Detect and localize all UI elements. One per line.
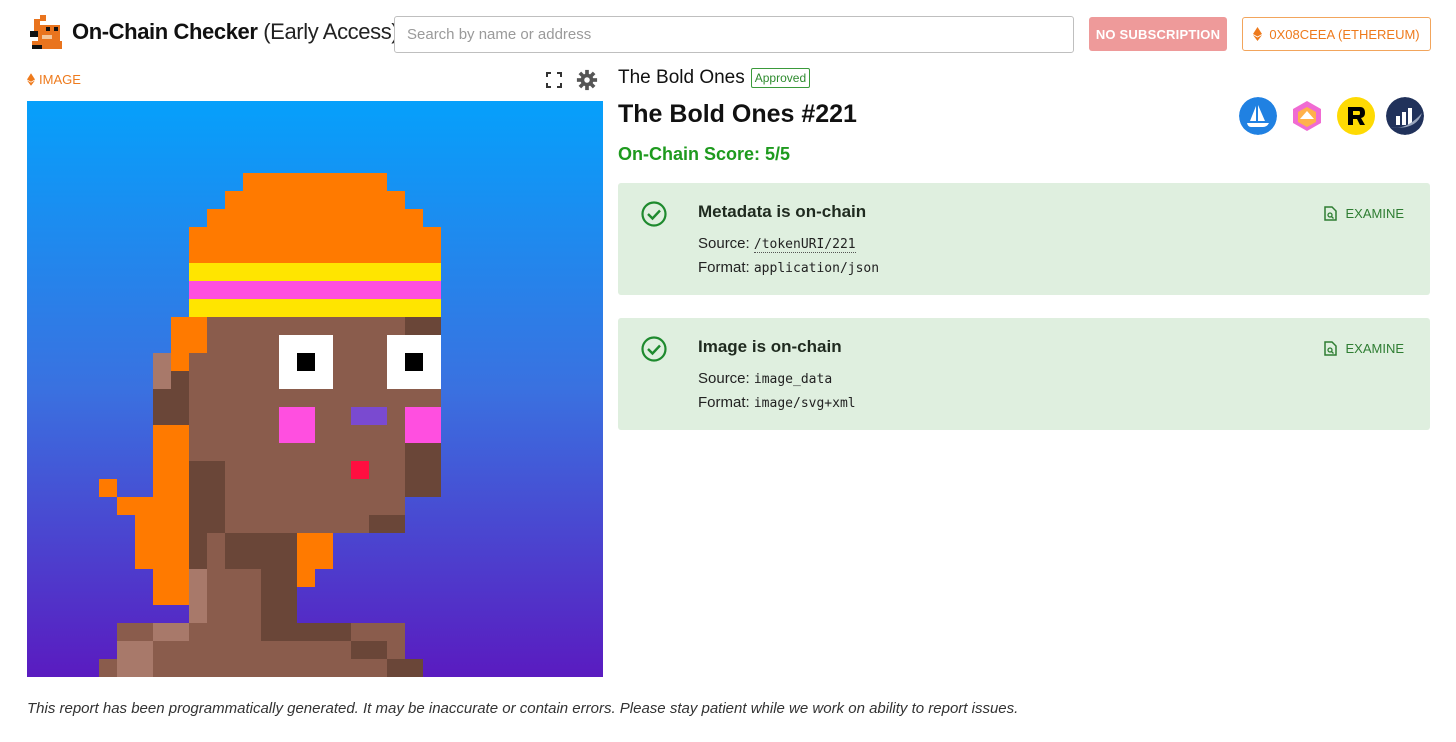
collection-header: The Bold Ones Approved xyxy=(618,67,811,89)
image-section-label: IMAGE xyxy=(27,72,81,87)
rarible-icon[interactable] xyxy=(1337,97,1375,135)
token-title: The Bold Ones #221 xyxy=(618,100,857,128)
ethereum-icon xyxy=(27,73,35,86)
looksrare-icon[interactable] xyxy=(1288,97,1326,135)
format-value: image/svg+xml xyxy=(753,396,856,411)
examine-label: EXAMINE xyxy=(1345,206,1404,221)
check-card-image: Image is on-chain Source: image_data For… xyxy=(618,318,1430,430)
fox-logo-icon[interactable] xyxy=(28,13,66,51)
source-line: Source: image_data xyxy=(698,370,832,387)
check-title: Image is on-chain xyxy=(698,337,842,356)
wallet-label: 0X08CEEA (ETHEREUM) xyxy=(1269,26,1420,42)
subscription-button[interactable]: NO SUBSCRIPTION xyxy=(1089,17,1227,51)
brand-title-early-access: (Early Access) xyxy=(263,19,399,44)
disclaimer-text: This report has been programmatically ge… xyxy=(27,700,1019,717)
approved-badge: Approved xyxy=(750,68,811,88)
brand-title[interactable]: On-Chain Checker (Early Access) xyxy=(72,18,399,46)
examine-label: EXAMINE xyxy=(1345,341,1404,356)
source-value[interactable]: /tokenURI/221 xyxy=(753,237,856,253)
marketplace-links xyxy=(1239,97,1424,135)
source-line: Source: /tokenURI/221 xyxy=(698,235,856,253)
check-circle-icon xyxy=(641,201,667,227)
document-search-icon xyxy=(1324,341,1338,356)
source-label: Source: xyxy=(698,370,750,387)
gear-icon[interactable] xyxy=(576,69,598,91)
examine-button[interactable]: EXAMINE xyxy=(1324,206,1404,221)
expand-icon[interactable] xyxy=(545,71,563,89)
format-label: Format: xyxy=(698,394,750,411)
nft-artwork-image xyxy=(27,101,603,677)
check-circle-icon xyxy=(641,336,667,362)
format-label: Format: xyxy=(698,259,750,276)
image-label-text: IMAGE xyxy=(39,72,81,87)
source-value: image_data xyxy=(753,372,833,387)
format-line: Format: application/json xyxy=(698,259,879,276)
on-chain-score: On-Chain Score: 5/5 xyxy=(618,144,791,164)
document-search-icon xyxy=(1324,206,1338,221)
brand-title-bold: On-Chain Checker xyxy=(72,19,258,44)
check-title: Metadata is on-chain xyxy=(698,202,867,221)
source-label: Source: xyxy=(698,235,750,252)
collection-name[interactable]: The Bold Ones xyxy=(618,67,745,89)
format-value: application/json xyxy=(753,261,880,276)
etherscan-icon[interactable] xyxy=(1386,97,1424,135)
ethereum-icon xyxy=(1253,27,1263,41)
examine-button[interactable]: EXAMINE xyxy=(1324,341,1404,356)
wallet-button[interactable]: 0X08CEEA (ETHEREUM) xyxy=(1242,17,1431,51)
search-input[interactable] xyxy=(394,16,1074,53)
opensea-icon[interactable] xyxy=(1239,97,1277,135)
check-card-metadata: Metadata is on-chain Source: /tokenURI/2… xyxy=(618,183,1430,295)
format-line: Format: image/svg+xml xyxy=(698,394,856,411)
